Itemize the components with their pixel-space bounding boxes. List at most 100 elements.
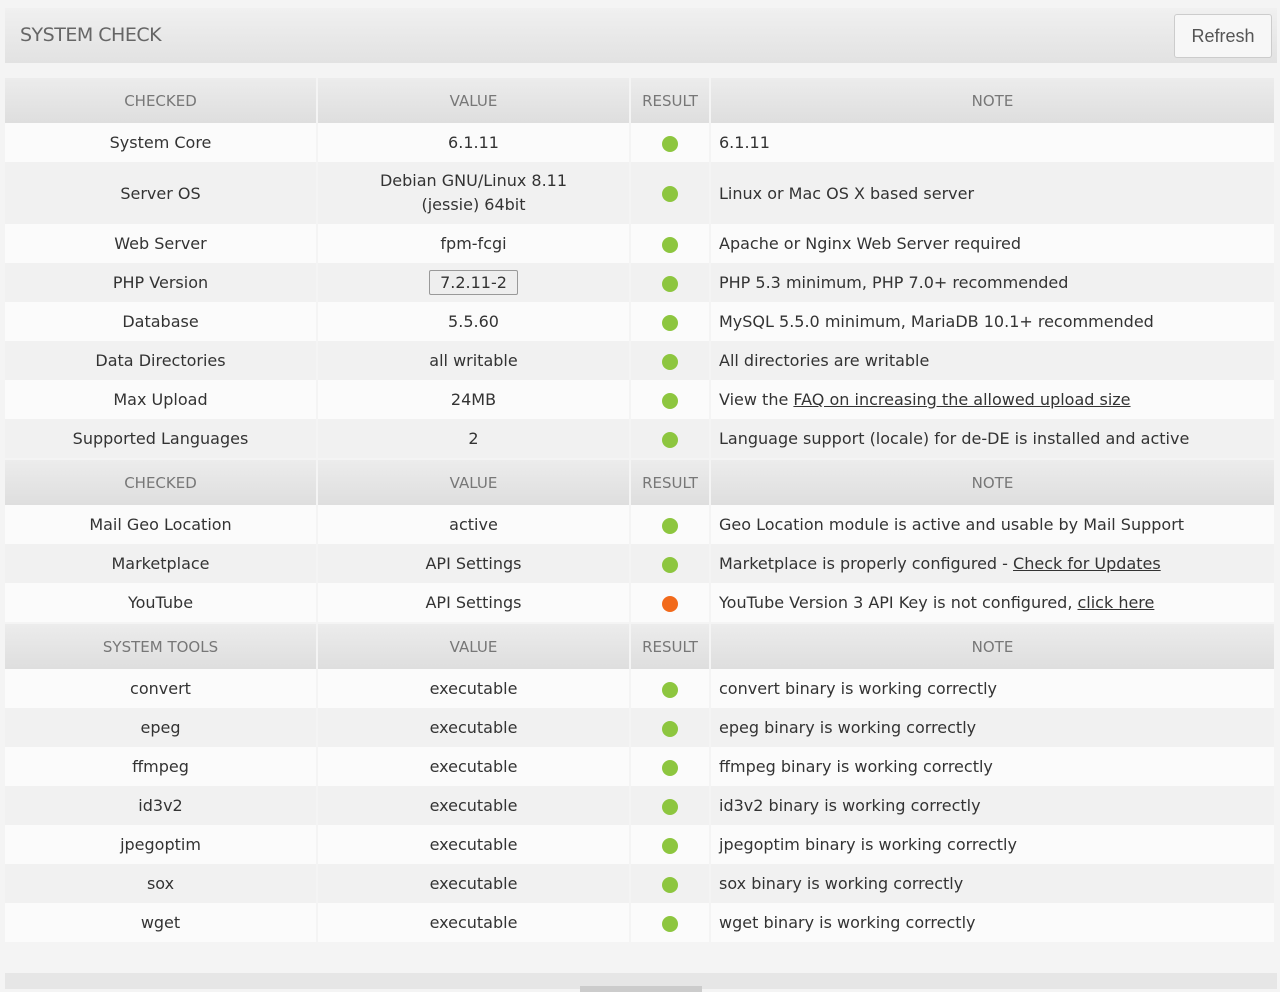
status-ok-icon xyxy=(662,275,678,292)
table-row: Web Server fpm-fcgi Apache or Nginx Web … xyxy=(5,224,1274,263)
column-header: SYSTEM TOOLS xyxy=(5,622,316,669)
value-cell: Debian GNU/Linux 8.11 (jessie) 64bit xyxy=(318,162,629,224)
note-cell: Marketplace is properly configured - Che… xyxy=(711,544,1274,583)
value-text: executable xyxy=(429,874,518,893)
note-cell: sox binary is working correctly xyxy=(711,864,1274,903)
checked-cell: convert xyxy=(5,669,316,708)
table-row: jpegoptim executable jpegoptim binary is… xyxy=(5,825,1274,864)
status-ok-icon xyxy=(662,517,678,534)
status-ok-icon xyxy=(662,353,678,370)
note-text: MySQL 5.5.0 minimum, MariaDB 10.1+ recom… xyxy=(719,312,1154,331)
value-text: executable xyxy=(429,913,518,932)
note-text: Marketplace is properly configured - xyxy=(719,554,1014,573)
note-cell: PHP 5.3 minimum, PHP 7.0+ recommended xyxy=(711,263,1274,302)
table-row: Server OS Debian GNU/Linux 8.11 (jessie)… xyxy=(5,162,1274,224)
note-text: 6.1.11 xyxy=(719,133,770,152)
status-ok-icon xyxy=(662,837,678,854)
checked-cell: System Core xyxy=(5,123,316,162)
checked-cell: wget xyxy=(5,903,316,942)
status-ok-icon xyxy=(662,915,678,932)
note-text: Linux or Mac OS X based server xyxy=(719,183,975,203)
checked-cell: sox xyxy=(5,864,316,903)
table-row: Max Upload 24MB View the FAQ on increasi… xyxy=(5,380,1274,419)
note-link[interactable]: click here xyxy=(1077,593,1154,612)
column-header: VALUE xyxy=(318,458,629,505)
value-text: executable xyxy=(429,835,518,854)
value-text: Debian GNU/Linux 8.11 (jessie) 64bit xyxy=(379,171,568,214)
note-text: id3v2 binary is working correctly xyxy=(719,796,981,815)
column-header: RESULT xyxy=(631,622,709,669)
note-text: jpegoptim binary is working correctly xyxy=(719,835,1017,854)
note-text: PHP 5.3 minimum, PHP 7.0+ recommended xyxy=(719,273,1069,292)
table-row: epeg executable epeg binary is working c… xyxy=(5,708,1274,747)
result-cell xyxy=(631,263,709,302)
note-cell: ffmpeg binary is working correctly xyxy=(711,747,1274,786)
result-cell xyxy=(631,123,709,162)
value-cell: executable xyxy=(318,708,629,747)
section-header-row: CHECKED VALUE RESULT NOTE xyxy=(5,76,1274,123)
panel-header: SYSTEM CHECK Refresh xyxy=(5,8,1277,63)
value-cell: 5.5.60 xyxy=(318,302,629,341)
note-text: wget binary is working correctly xyxy=(719,913,976,932)
status-ok-icon xyxy=(662,798,678,815)
result-cell xyxy=(631,903,709,942)
checked-cell: Supported Languages xyxy=(5,419,316,458)
table-row: YouTube API Settings YouTube Version 3 A… xyxy=(5,583,1274,622)
note-text: sox binary is working correctly xyxy=(719,874,964,893)
note-cell: Language support (locale) for de-DE is i… xyxy=(711,419,1274,458)
result-cell xyxy=(631,583,709,622)
note-link[interactable]: Check for Updates xyxy=(1013,554,1161,573)
footer-button[interactable] xyxy=(580,986,702,992)
note-cell: MySQL 5.5.0 minimum, MariaDB 10.1+ recom… xyxy=(711,302,1274,341)
note-text: convert binary is working correctly xyxy=(719,679,998,698)
checked-cell: ffmpeg xyxy=(5,747,316,786)
column-header: CHECKED xyxy=(5,76,316,123)
value-text: executable xyxy=(429,718,518,737)
column-header: VALUE xyxy=(318,76,629,123)
table-row: id3v2 executable id3v2 binary is working… xyxy=(5,786,1274,825)
checked-cell: Web Server xyxy=(5,224,316,263)
table-row: Supported Languages 2 Language support (… xyxy=(5,419,1274,458)
result-cell xyxy=(631,302,709,341)
value-cell: executable xyxy=(318,747,629,786)
column-header: RESULT xyxy=(631,76,709,123)
value-text: 5.5.60 xyxy=(448,312,499,331)
column-header: NOTE xyxy=(711,76,1274,123)
result-cell xyxy=(631,224,709,263)
column-header: CHECKED xyxy=(5,458,316,505)
table-row: ffmpeg executable ffmpeg binary is worki… xyxy=(5,747,1274,786)
section-header-row: CHECKED VALUE RESULT NOTE xyxy=(5,458,1274,505)
note-link[interactable]: FAQ on increasing the allowed upload siz… xyxy=(793,390,1130,409)
result-cell xyxy=(631,669,709,708)
checked-cell: Database xyxy=(5,302,316,341)
status-ok-icon xyxy=(662,681,678,698)
value-cell: executable xyxy=(318,864,629,903)
checked-cell: Max Upload xyxy=(5,380,316,419)
system-check-table: CHECKED VALUE RESULT NOTE System Core 6.1.11… xyxy=(3,76,1276,942)
checked-cell: epeg xyxy=(5,708,316,747)
page-title: SYSTEM CHECK xyxy=(20,24,162,46)
status-ok-icon xyxy=(662,392,678,409)
checked-cell: id3v2 xyxy=(5,786,316,825)
note-cell: jpegoptim binary is working correctly xyxy=(711,825,1274,864)
checked-cell: Mail Geo Location xyxy=(5,505,316,544)
value-cell: 2 xyxy=(318,419,629,458)
value-cell: executable xyxy=(318,903,629,942)
result-cell xyxy=(631,341,709,380)
value-text: 2 xyxy=(468,429,479,448)
value-cell: 7.2.11-2 xyxy=(318,263,629,302)
note-cell: wget binary is working correctly xyxy=(711,903,1274,942)
note-cell: YouTube Version 3 API Key is not configu… xyxy=(711,583,1274,622)
value-cell: all writable xyxy=(318,341,629,380)
table-row: Marketplace API Settings Marketplace is … xyxy=(5,544,1274,583)
refresh-button[interactable]: Refresh xyxy=(1174,14,1272,58)
column-header: VALUE xyxy=(318,622,629,669)
checked-cell: jpegoptim xyxy=(5,825,316,864)
column-header: RESULT xyxy=(631,458,709,505)
note-cell: Linux or Mac OS X based server xyxy=(711,162,1274,224)
value-text: 6.1.11 xyxy=(448,133,499,152)
value-cell: executable xyxy=(318,669,629,708)
note-text: All directories are writable xyxy=(719,351,930,370)
value-cell: fpm-fcgi xyxy=(318,224,629,263)
note-text: Language support (locale) for de-DE is i… xyxy=(719,429,1190,448)
